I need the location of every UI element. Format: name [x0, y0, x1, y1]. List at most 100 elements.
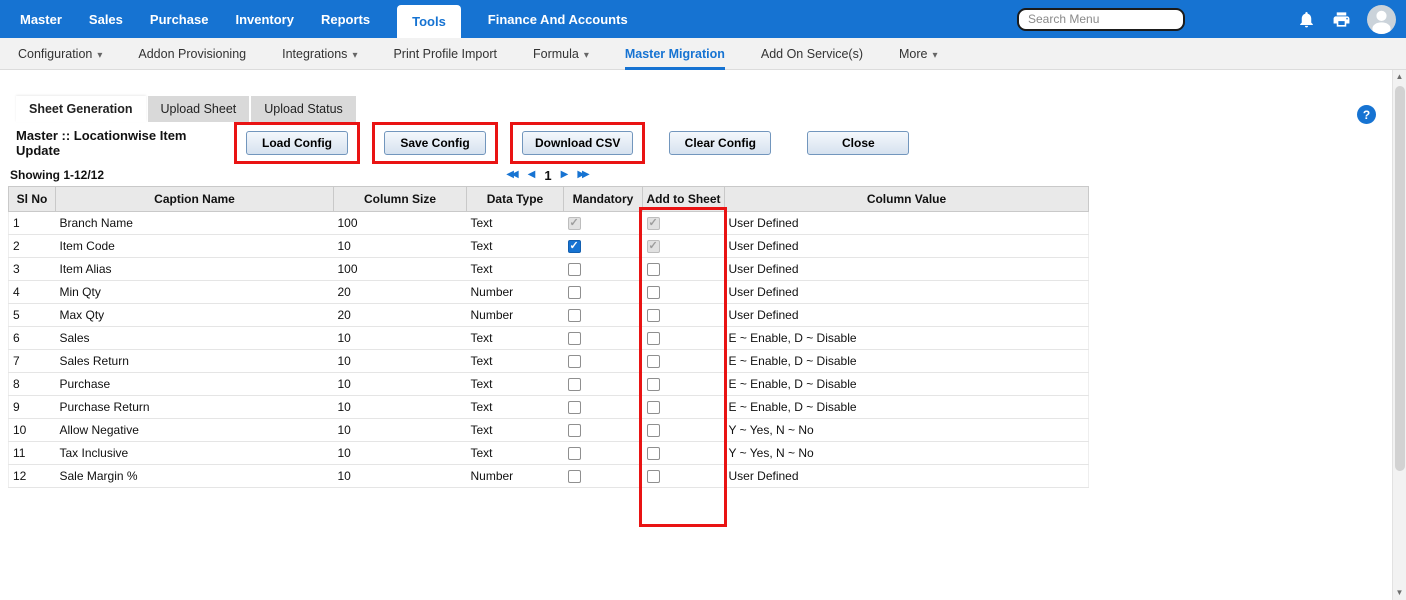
cell-caption-name: Item Alias [56, 258, 334, 281]
mandatory-checkbox[interactable] [568, 309, 581, 322]
subnav-item-master-migration[interactable]: Master Migration [625, 38, 725, 70]
column-header-column-size: Column Size [334, 187, 467, 212]
mandatory-checkbox[interactable] [568, 240, 581, 253]
nav-item-purchase[interactable]: Purchase [150, 0, 209, 38]
cell-column-size: 10 [334, 442, 467, 465]
list-status-row: Showing 1-12/12 ◀◀ ◀ 1 ▶ ▶▶ [0, 164, 1406, 186]
cell-column-value: User Defined [725, 465, 1089, 488]
subnav-item-addon-provisioning[interactable]: Addon Provisioning [138, 38, 246, 70]
mandatory-checkbox[interactable] [568, 447, 581, 460]
cell-caption-name: Min Qty [56, 281, 334, 304]
mandatory-checkbox[interactable] [568, 424, 581, 437]
add-to-sheet-checkbox[interactable] [647, 309, 660, 322]
next-page-icon[interactable]: ▶ [561, 170, 569, 180]
mandatory-checkbox[interactable] [568, 217, 581, 230]
cell-data-type: Text [467, 327, 564, 350]
add-to-sheet-checkbox[interactable] [647, 355, 660, 368]
cell-data-type: Text [467, 212, 564, 235]
pagination: ◀◀ ◀ 1 ▶ ▶▶ [8, 164, 1088, 186]
load-config-button[interactable]: Load Config [246, 131, 348, 155]
toolbar: Master :: Locationwise Item Update Load … [0, 122, 1406, 164]
cell-add-to-sheet [643, 235, 725, 258]
cell-column-size: 10 [334, 419, 467, 442]
mandatory-checkbox[interactable] [568, 286, 581, 299]
cell-sl-no: 5 [9, 304, 56, 327]
subnav-item-more[interactable]: More [899, 38, 938, 70]
table-row: 8Purchase10TextE ~ Enable, D ~ Disable [9, 373, 1089, 396]
chevron-down-icon [92, 47, 102, 61]
content-panel: ? Sheet GenerationUpload SheetUpload Sta… [0, 96, 1406, 600]
mandatory-checkbox[interactable] [568, 401, 581, 414]
nav-item-master[interactable]: Master [20, 0, 62, 38]
last-page-icon[interactable]: ▶▶ [577, 170, 589, 180]
cell-mandatory [564, 281, 643, 304]
first-page-icon[interactable]: ◀◀ [506, 170, 518, 180]
add-to-sheet-checkbox[interactable] [647, 401, 660, 414]
tab-upload-sheet[interactable]: Upload Sheet [148, 96, 250, 122]
mandatory-checkbox[interactable] [568, 332, 581, 345]
subnav-item-formula[interactable]: Formula [533, 38, 589, 70]
cell-add-to-sheet [643, 327, 725, 350]
cell-data-type: Text [467, 442, 564, 465]
save-config-highlight: Save Config [372, 122, 498, 164]
clear-config-button[interactable]: Clear Config [669, 131, 771, 155]
tab-upload-status[interactable]: Upload Status [251, 96, 356, 122]
add-to-sheet-checkbox[interactable] [647, 263, 660, 276]
add-to-sheet-checkbox[interactable] [647, 332, 660, 345]
notifications-bell-icon[interactable] [1297, 10, 1316, 29]
subnav-item-configuration[interactable]: Configuration [18, 38, 102, 70]
close-wrap: Close [795, 122, 921, 164]
search-input[interactable] [1017, 8, 1185, 31]
cell-column-size: 100 [334, 212, 467, 235]
add-to-sheet-checkbox[interactable] [647, 240, 660, 253]
mandatory-checkbox[interactable] [568, 470, 581, 483]
cell-caption-name: Item Code [56, 235, 334, 258]
cell-column-size: 100 [334, 258, 467, 281]
download-csv-button[interactable]: Download CSV [522, 131, 633, 155]
add-to-sheet-checkbox[interactable] [647, 447, 660, 460]
cell-add-to-sheet [643, 212, 725, 235]
save-config-button[interactable]: Save Config [384, 131, 486, 155]
subnav-item-integrations[interactable]: Integrations [282, 38, 357, 70]
cell-add-to-sheet [643, 419, 725, 442]
add-to-sheet-checkbox[interactable] [647, 286, 660, 299]
vertical-scrollbar[interactable] [1392, 70, 1406, 600]
cell-data-type: Text [467, 396, 564, 419]
mandatory-checkbox[interactable] [568, 263, 581, 276]
table-row: 12Sale Margin %10NumberUser Defined [9, 465, 1089, 488]
table-row: 11Tax Inclusive10TextY ~ Yes, N ~ No [9, 442, 1089, 465]
add-to-sheet-checkbox[interactable] [647, 424, 660, 437]
nav-item-reports[interactable]: Reports [321, 0, 370, 38]
top-navbar: Master Sales Purchase Inventory Reports Tools… [0, 0, 1406, 38]
subnav-item-add-on-service-s[interactable]: Add On Service(s) [761, 38, 863, 70]
cell-sl-no: 10 [9, 419, 56, 442]
add-to-sheet-checkbox[interactable] [647, 378, 660, 391]
mandatory-checkbox[interactable] [568, 355, 581, 368]
scrollbar-thumb[interactable] [1395, 86, 1405, 471]
cell-add-to-sheet [643, 442, 725, 465]
add-to-sheet-checkbox[interactable] [647, 217, 660, 230]
cell-add-to-sheet [643, 258, 725, 281]
cell-data-type: Number [467, 281, 564, 304]
add-to-sheet-checkbox[interactable] [647, 470, 660, 483]
mandatory-checkbox[interactable] [568, 378, 581, 391]
scroll-up-icon[interactable] [1393, 70, 1406, 84]
topbar-actions [1017, 0, 1400, 38]
scroll-down-icon[interactable] [1393, 586, 1406, 600]
tab-sheet-generation[interactable]: Sheet Generation [16, 96, 146, 122]
close-button[interactable]: Close [807, 131, 909, 155]
cell-caption-name: Purchase [56, 373, 334, 396]
chevron-down-icon [347, 47, 357, 61]
print-icon[interactable] [1332, 10, 1351, 29]
prev-page-icon[interactable]: ◀ [528, 170, 536, 180]
subnav-item-print-profile-import[interactable]: Print Profile Import [393, 38, 497, 70]
user-avatar[interactable] [1367, 5, 1396, 34]
nav-item-finance-and-accounts[interactable]: Finance And Accounts [488, 0, 628, 38]
cell-column-value: User Defined [725, 281, 1089, 304]
help-icon[interactable]: ? [1357, 105, 1376, 124]
nav-item-tools[interactable]: Tools [397, 5, 461, 38]
cell-add-to-sheet [643, 281, 725, 304]
nav-item-sales[interactable]: Sales [89, 0, 123, 38]
page-number: 1 [544, 168, 551, 183]
nav-item-inventory[interactable]: Inventory [235, 0, 294, 38]
